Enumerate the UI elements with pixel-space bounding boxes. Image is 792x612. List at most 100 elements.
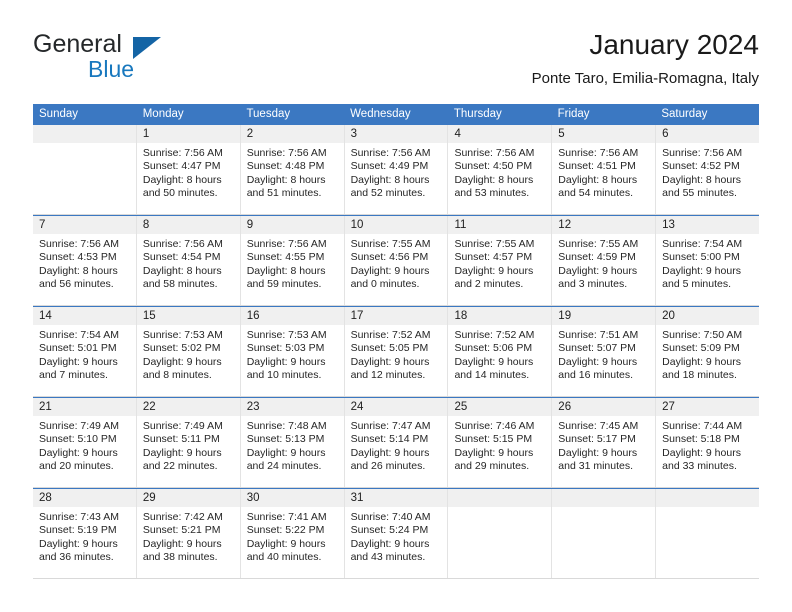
daylight-text-cont: and 5 minutes.: [662, 278, 732, 291]
day-cell[interactable]: Sunrise: 7:40 AM Sunset: 5:24 PM Daylight:…: [343, 507, 448, 578]
sunset-text: Sunset: 5:17 PM: [558, 433, 636, 446]
day-cell[interactable]: Sunrise: 7:50 AM Sunset: 5:09 PM Daylight:…: [655, 325, 759, 396]
day-cell[interactable]: Sunrise: 7:46 AM Sunset: 5:15 PM Daylight:…: [447, 416, 551, 487]
day-number-row: 28 29 30 31: [33, 489, 759, 507]
day-cell[interactable]: Sunrise: 7:49 AM Sunset: 5:10 PM Daylight:…: [33, 416, 136, 487]
day-number[interactable]: 10: [343, 216, 448, 234]
day-number[interactable]: 5: [551, 125, 655, 143]
sunrise-text: Sunrise: 7:42 AM: [142, 511, 223, 523]
sunrise-text: Sunrise: 7:48 AM: [246, 420, 327, 432]
day-cell[interactable]: Sunrise: 7:53 AM Sunset: 5:02 PM Daylight:…: [135, 325, 240, 396]
day-number-row: 21 22 23 24 25 26 27: [33, 398, 759, 416]
sunset-text: Sunset: 5:06 PM: [454, 342, 533, 355]
day-number[interactable]: 26: [551, 398, 655, 416]
day-number[interactable]: 29: [135, 489, 240, 507]
day-number[interactable]: 7: [33, 216, 136, 234]
day-cell[interactable]: Sunrise: 7:45 AM Sunset: 5:17 PM Daylight:…: [551, 416, 655, 487]
day-number[interactable]: 9: [239, 216, 344, 234]
day-cell[interactable]: Sunrise: 7:42 AM Sunset: 5:21 PM Daylight:…: [135, 507, 240, 578]
daylight-text-cont: and 24 minutes.: [246, 460, 322, 473]
day-number[interactable]: 4: [447, 125, 551, 143]
day-number[interactable]: 30: [239, 489, 344, 507]
calendar-grid: Sunday Monday Tuesday Wednesday Thursday…: [33, 104, 759, 579]
daylight-text-cont: and 10 minutes.: [246, 369, 322, 382]
day-number[interactable]: 18: [447, 307, 551, 325]
day-number[interactable]: 25: [447, 398, 551, 416]
generalblue-logo[interactable]: General Blue: [33, 28, 293, 92]
day-number[interactable]: 8: [135, 216, 240, 234]
weekday-friday: Friday: [557, 108, 590, 120]
day-cell[interactable]: Sunrise: 7:44 AM Sunset: 5:18 PM Daylight:…: [655, 416, 759, 487]
day-cell[interactable]: Sunrise: 7:56 AM Sunset: 4:52 PM Daylight:…: [655, 143, 759, 214]
day-number[interactable]: 15: [135, 307, 240, 325]
calendar-week-row: 1 2 3 4 5 6 Sunrise: 7:56 AM Sunset: 4:47 PM Day…: [33, 125, 759, 215]
sunrise-text: Sunrise: 7:56 AM: [142, 238, 223, 250]
day-number[interactable]: 22: [135, 398, 240, 416]
weekday-saturday: Saturday: [661, 108, 708, 120]
day-cell[interactable]: Sunrise: 7:53 AM Sunset: 5:03 PM Daylight:…: [239, 325, 344, 396]
day-number[interactable]: 23: [239, 398, 344, 416]
day-number[interactable]: 21: [33, 398, 136, 416]
day-cell[interactable]: Sunrise: 7:55 AM Sunset: 4:59 PM Daylight:…: [551, 234, 655, 305]
sunrise-text: Sunrise: 7:56 AM: [454, 147, 535, 159]
daylight-text-cont: and 52 minutes.: [350, 187, 426, 200]
day-number[interactable]: 24: [343, 398, 448, 416]
day-cell[interactable]: Sunrise: 7:56 AM Sunset: 4:54 PM Daylight:…: [135, 234, 240, 305]
daylight-text: Daylight: 8 hours: [142, 173, 222, 186]
day-cell[interactable]: Sunrise: 7:41 AM Sunset: 5:22 PM Daylight:…: [239, 507, 344, 578]
day-number-empty: [33, 125, 136, 143]
day-cell[interactable]: Sunrise: 7:52 AM Sunset: 5:06 PM Daylight:…: [447, 325, 551, 396]
sunrise-text: Sunrise: 7:56 AM: [39, 238, 119, 250]
day-cell[interactable]: Sunrise: 7:56 AM Sunset: 4:50 PM Daylight:…: [447, 143, 551, 214]
daylight-text: Daylight: 9 hours: [454, 446, 534, 459]
day-number-row: 14 15 16 17 18 19 20: [33, 307, 759, 325]
day-cell[interactable]: Sunrise: 7:47 AM Sunset: 5:14 PM Daylight:…: [343, 416, 448, 487]
sunrise-text: Sunrise: 7:53 AM: [142, 329, 223, 341]
day-cell[interactable]: Sunrise: 7:51 AM Sunset: 5:07 PM Daylight:…: [551, 325, 655, 396]
day-cell[interactable]: Sunrise: 7:56 AM Sunset: 4:55 PM Daylight:…: [239, 234, 344, 305]
daylight-text: Daylight: 8 hours: [246, 173, 326, 186]
day-number[interactable]: 16: [239, 307, 344, 325]
day-number[interactable]: 19: [551, 307, 655, 325]
day-number[interactable]: 28: [33, 489, 136, 507]
day-number[interactable]: 31: [343, 489, 448, 507]
day-cell[interactable]: Sunrise: 7:56 AM Sunset: 4:51 PM Daylight:…: [551, 143, 655, 214]
daylight-text-cont: and 26 minutes.: [350, 460, 426, 473]
day-cell[interactable]: Sunrise: 7:54 AM Sunset: 5:01 PM Daylight:…: [33, 325, 136, 396]
sunrise-text: Sunrise: 7:52 AM: [350, 329, 431, 341]
day-cell[interactable]: Sunrise: 7:54 AM Sunset: 5:00 PM Daylight:…: [655, 234, 759, 305]
weekday-monday: Monday: [142, 108, 184, 120]
day-number[interactable]: 12: [551, 216, 655, 234]
day-number[interactable]: 20: [655, 307, 759, 325]
logo-text-general: General: [33, 30, 122, 58]
day-number[interactable]: 1: [135, 125, 240, 143]
daylight-text: Daylight: 9 hours: [662, 446, 741, 459]
day-cell[interactable]: Sunrise: 7:48 AM Sunset: 5:13 PM Daylight:…: [239, 416, 344, 487]
sunrise-text: Sunrise: 7:55 AM: [454, 238, 535, 250]
sunrise-text: Sunrise: 7:56 AM: [142, 147, 223, 159]
day-cell[interactable]: Sunrise: 7:52 AM Sunset: 5:05 PM Daylight:…: [343, 325, 448, 396]
sunrise-text: Sunrise: 7:46 AM: [454, 420, 535, 432]
day-detail-row: Sunrise: 7:43 AM Sunset: 5:19 PM Daylight:…: [33, 507, 759, 579]
day-cell[interactable]: Sunrise: 7:56 AM Sunset: 4:47 PM Daylight:…: [135, 143, 240, 214]
day-cell[interactable]: Sunrise: 7:55 AM Sunset: 4:56 PM Daylight:…: [343, 234, 448, 305]
day-cell[interactable]: Sunrise: 7:56 AM Sunset: 4:53 PM Daylight:…: [33, 234, 136, 305]
day-cell[interactable]: Sunrise: 7:43 AM Sunset: 5:19 PM Daylight:…: [33, 507, 136, 578]
day-number[interactable]: 14: [33, 307, 136, 325]
day-number[interactable]: 13: [655, 216, 759, 234]
daylight-text: Daylight: 9 hours: [350, 446, 430, 459]
day-cell[interactable]: Sunrise: 7:55 AM Sunset: 4:57 PM Daylight:…: [447, 234, 551, 305]
sunset-text: Sunset: 5:21 PM: [142, 524, 221, 537]
day-cell[interactable]: Sunrise: 7:56 AM Sunset: 4:48 PM Daylight:…: [239, 143, 344, 214]
page-subtitle: Ponte Taro, Emilia-Romagna, Italy: [531, 70, 759, 87]
daylight-text-cont: and 18 minutes.: [662, 369, 737, 382]
day-number[interactable]: 27: [655, 398, 759, 416]
sunrise-text: Sunrise: 7:51 AM: [558, 329, 639, 341]
day-number[interactable]: 11: [447, 216, 551, 234]
day-number[interactable]: 2: [239, 125, 344, 143]
day-number[interactable]: 6: [655, 125, 759, 143]
day-number[interactable]: 3: [343, 125, 448, 143]
day-number[interactable]: 17: [343, 307, 448, 325]
day-cell[interactable]: Sunrise: 7:49 AM Sunset: 5:11 PM Daylight:…: [135, 416, 240, 487]
day-cell[interactable]: Sunrise: 7:56 AM Sunset: 4:49 PM Daylight:…: [343, 143, 448, 214]
